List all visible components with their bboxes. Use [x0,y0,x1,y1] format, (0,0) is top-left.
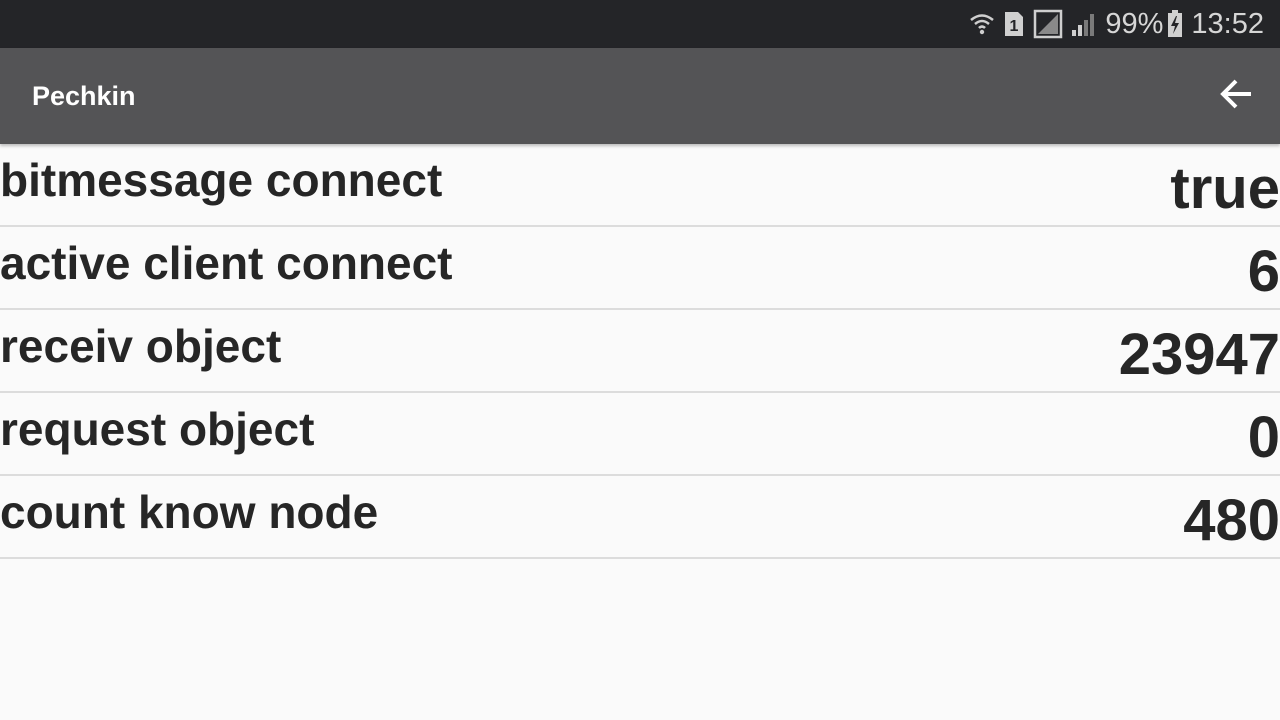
stat-label: count know node [0,486,379,538]
stat-row-active-client-connect: active client connect 6 [0,227,1280,310]
arrow-left-icon [1218,76,1254,117]
back-button[interactable] [1212,72,1260,120]
status-time: 13:52 [1191,7,1264,40]
stat-row-bitmessage-connect: bitmessage connect true [0,144,1280,227]
sim-1-icon: 1 [1003,10,1025,38]
stat-label: bitmessage connect [0,154,443,206]
app-title: Pechkin [32,81,136,111]
stat-row-receiv-object: receiv object 23947 [0,310,1280,393]
stat-value: 23947 [1118,322,1280,387]
stat-label: receiv object [0,320,282,372]
app-bar: Pechkin [0,48,1280,144]
no-signal-icon [1033,9,1063,39]
wifi-icon [969,11,995,37]
battery-charging-icon [1167,10,1183,38]
stats-list: bitmessage connect true active client co… [0,144,1280,559]
stat-value: 6 [1247,239,1280,304]
stat-row-request-object: request object 0 [0,393,1280,476]
stat-label: active client connect [0,237,453,289]
stat-value: 480 [1183,488,1280,553]
stat-value: 0 [1247,405,1280,470]
battery-percent: 99% [1105,7,1164,40]
stat-row-count-know-node: count know node 480 [0,476,1280,559]
cell-signal-icon [1071,11,1097,37]
sim-slot-number: 1 [1010,18,1019,35]
status-bar: 1 99% 13:52 [0,0,1280,48]
stat-label: request object [0,403,315,455]
stat-value: true [1170,156,1280,221]
